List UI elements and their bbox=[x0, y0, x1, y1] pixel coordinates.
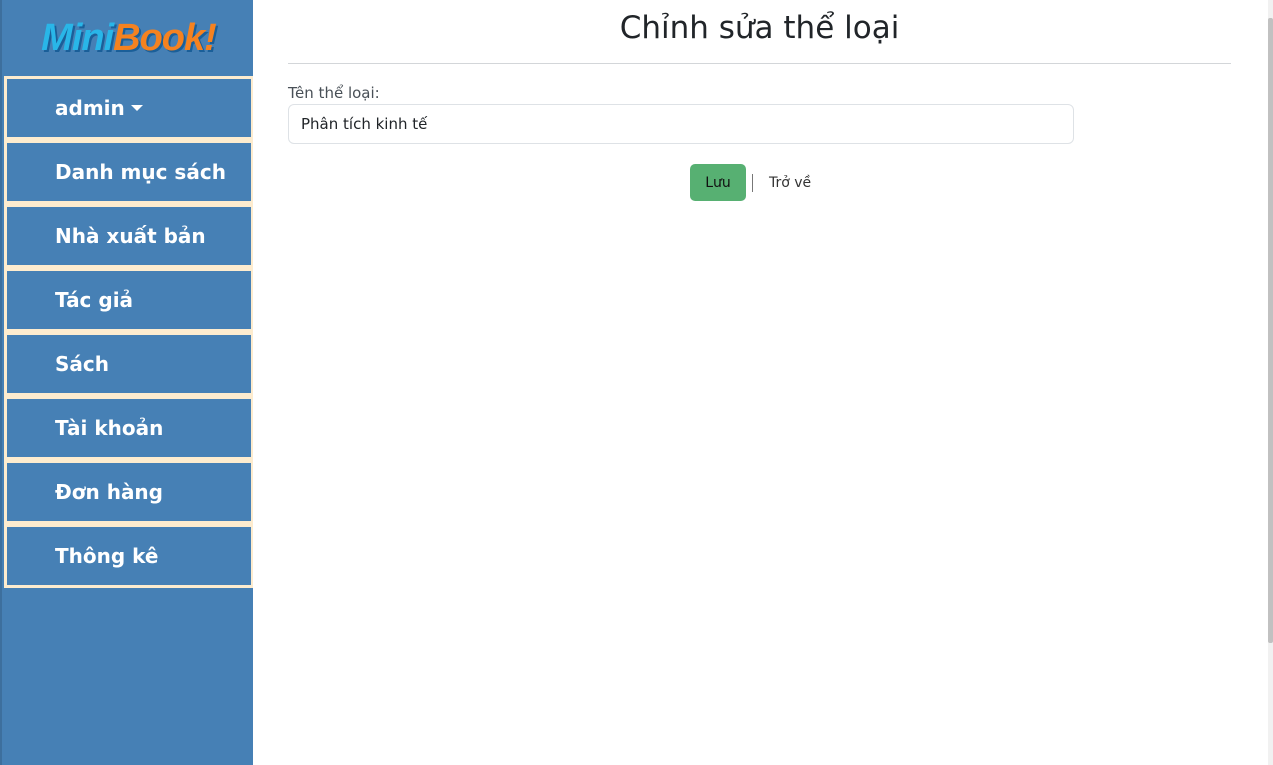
logo[interactable]: MiniBook! bbox=[2, 0, 255, 76]
sidebar-item-label: Đơn hàng bbox=[55, 480, 163, 504]
category-name-label: Tên thể loại: bbox=[288, 84, 380, 102]
sidebar-item-authors[interactable]: Tác giả bbox=[7, 271, 251, 329]
save-button[interactable]: Lưu bbox=[690, 164, 746, 201]
sidebar-item-label: Tài khoản bbox=[55, 416, 164, 440]
back-link[interactable]: Trở về bbox=[769, 175, 811, 191]
sidebar-item-admin[interactable]: admin bbox=[7, 79, 251, 137]
main-content: Chỉnh sửa thể loại Tên thể loại: Lưu Trở… bbox=[253, 0, 1268, 765]
sidebar-item-categories[interactable]: Danh mục sách bbox=[7, 143, 251, 201]
logo-mini-text: Mini bbox=[41, 16, 114, 59]
sidebar-item-label: Nhà xuất bản bbox=[55, 224, 206, 248]
sidebar-item-publishers[interactable]: Nhà xuất bản bbox=[7, 207, 251, 265]
page-title: Chỉnh sửa thể loại bbox=[619, 10, 900, 46]
scrollbar-thumb[interactable] bbox=[1268, 18, 1273, 643]
sidebar-item-books[interactable]: Sách bbox=[7, 335, 251, 393]
form-actions: Lưu Trở về bbox=[690, 164, 811, 201]
sidebar-item-label: admin bbox=[55, 96, 125, 120]
sidebar-item-label: Tác giả bbox=[55, 288, 134, 312]
sidebar: MiniBook! admin Danh mục sách Nhà xuất b… bbox=[0, 0, 255, 765]
scrollbar[interactable] bbox=[1268, 0, 1273, 765]
sidebar-item-orders[interactable]: Đơn hàng bbox=[7, 463, 251, 521]
caret-down-icon bbox=[130, 105, 143, 111]
sidebar-menu: admin Danh mục sách Nhà xuất bản Tác giả… bbox=[4, 76, 254, 588]
sidebar-item-label: Danh mục sách bbox=[55, 160, 226, 184]
logo-book-text: Book! bbox=[113, 16, 217, 59]
category-name-input[interactable] bbox=[288, 104, 1074, 144]
sidebar-item-accounts[interactable]: Tài khoản bbox=[7, 399, 251, 457]
sidebar-item-label: Thông kê bbox=[55, 544, 159, 568]
separator bbox=[752, 173, 753, 192]
divider bbox=[288, 63, 1231, 64]
sidebar-item-statistics[interactable]: Thông kê bbox=[7, 527, 251, 585]
sidebar-item-label: Sách bbox=[55, 352, 109, 376]
